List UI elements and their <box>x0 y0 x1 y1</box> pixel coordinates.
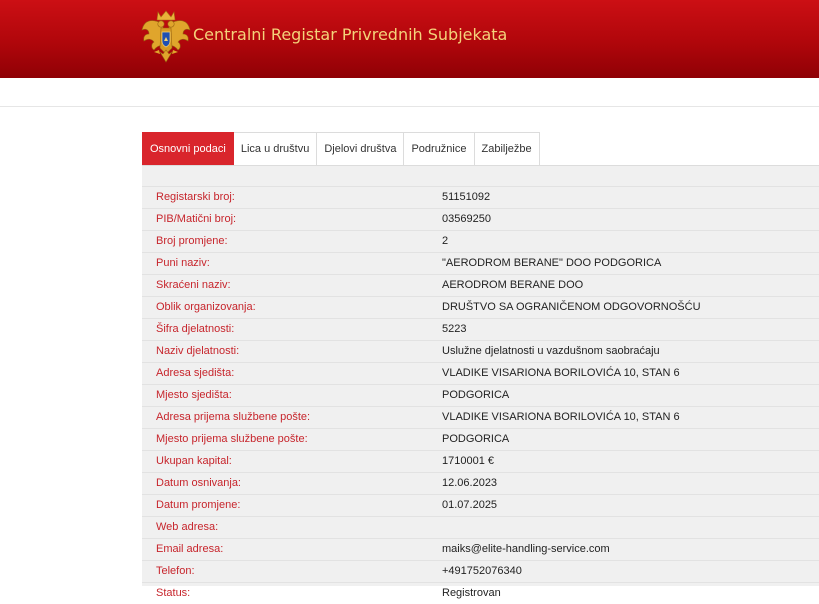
detail-value: 5223 <box>442 323 467 335</box>
detail-row-pib: PIB/Matični broj: 03569250 <box>142 208 819 230</box>
detail-value: "AERODROM BERANE" DOO PODGORICA <box>442 257 662 269</box>
detail-label: Email adresa: <box>156 543 224 555</box>
detail-row-datum-osnivanja: Datum osnivanja: 12.06.2023 <box>142 472 819 494</box>
tab-lica-u-drustvu[interactable]: Lica u društvu <box>232 132 318 165</box>
site-header: Centralni Registar Privrednih Subjekata <box>0 0 819 78</box>
detail-row-sifra-djelatnosti: Šifra djelatnosti: 5223 <box>142 318 819 340</box>
detail-label: Šifra djelatnosti: <box>156 323 235 335</box>
detail-row-puni-naziv: Puni naziv: "AERODROM BERANE" DOO PODGORI… <box>142 252 819 274</box>
detail-value: DRUŠTVO SA OGRANIČENOM ODGOVORNOŠĆU <box>442 301 701 313</box>
detail-value: AERODROM BERANE DOO <box>442 279 584 291</box>
detail-label: Broj promjene: <box>156 235 228 247</box>
detail-value: 12.06.2023 <box>442 477 498 489</box>
detail-label: Web adresa: <box>156 521 219 533</box>
detail-label: Datum osnivanja: <box>156 477 241 489</box>
detail-row-email-adresa: Email adresa: maiks@elite-handling-servic… <box>142 538 819 560</box>
detail-label: Adresa sjedišta: <box>156 367 235 379</box>
detail-value: Registrovan <box>442 587 501 599</box>
detail-value: VLADIKE VISARIONA BORILOVIĆA 10, STAN 6 <box>442 411 680 423</box>
montenegro-coat-of-arms-icon <box>141 10 191 63</box>
detail-value: Uslužne djelatnosti u vazdušnom saobraća… <box>442 345 660 357</box>
details-table: Registarski broj: 51151092 PIB/Matični br… <box>142 186 819 604</box>
detail-row-adresa-sjedista: Adresa sjedišta: VLADIKE VISARIONA BORILO… <box>142 362 819 384</box>
detail-value: maiks@elite-handling-service.com <box>442 543 610 555</box>
detail-label: Telefon: <box>156 565 195 577</box>
detail-row-skraceni-naziv: Skraćeni naziv: AERODROM BERANE DOO <box>142 274 819 296</box>
detail-value: 2 <box>442 235 449 247</box>
tab-podruznice[interactable]: Podružnice <box>403 132 475 165</box>
detail-value: 03569250 <box>442 213 491 225</box>
detail-value: PODGORICA <box>442 433 510 445</box>
detail-row-status: Status: Registrovan <box>142 582 819 604</box>
detail-value: 1710001 € <box>442 455 494 467</box>
detail-row-ukupan-kapital: Ukupan kapital: 1710001 € <box>142 450 819 472</box>
detail-row-telefon: Telefon: +491752076340 <box>142 560 819 582</box>
detail-label: Registarski broj: <box>156 191 235 203</box>
detail-label: PIB/Matični broj: <box>156 213 237 225</box>
detail-label: Oblik organizovanja: <box>156 301 256 313</box>
detail-row-broj-promjene: Broj promjene: 2 <box>142 230 819 252</box>
detail-label: Naziv djelatnosti: <box>156 345 240 357</box>
detail-row-mjesto-prijema-poste: Mjesto prijema službene pošte: PODGORICA <box>142 428 819 450</box>
detail-row-oblik-organizovanja: Oblik organizovanja: DRUŠTVO SA OGRANIČEN… <box>142 296 819 318</box>
detail-label: Puni naziv: <box>156 257 210 269</box>
detail-label: Mjesto prijema službene pošte: <box>156 433 308 445</box>
detail-row-datum-promjene: Datum promjene: 01.07.2025 <box>142 494 819 516</box>
detail-label: Datum promjene: <box>156 499 241 511</box>
tab-zabiljezbe[interactable]: Zabilježbe <box>473 132 540 165</box>
detail-value: VLADIKE VISARIONA BORILOVIĆA 10, STAN 6 <box>442 367 680 379</box>
detail-label: Mjesto sjedišta: <box>156 389 232 401</box>
detail-label: Status: <box>156 587 191 599</box>
tab-bar: Osnovni podaci Lica u društvu Djelovi dr… <box>142 132 540 165</box>
detail-value: +491752076340 <box>442 565 522 577</box>
basic-data-panel: Registarski broj: 51151092 PIB/Matični br… <box>142 165 819 599</box>
detail-label: Adresa prijema službene pošte: <box>156 411 311 423</box>
detail-value: PODGORICA <box>442 389 510 401</box>
detail-value: 51151092 <box>442 191 491 203</box>
site-title: Centralni Registar Privrednih Subjekata <box>193 25 508 44</box>
tab-djelovi-drustva[interactable]: Djelovi društva <box>316 132 405 165</box>
detail-label: Skraćeni naziv: <box>156 279 231 291</box>
detail-value: 01.07.2025 <box>442 499 498 511</box>
tab-osnovni-podaci[interactable]: Osnovni podaci <box>142 132 234 165</box>
detail-row-web-adresa: Web adresa: <box>142 516 819 538</box>
detail-label: Ukupan kapital: <box>156 455 232 467</box>
detail-row-mjesto-sjedista: Mjesto sjedišta: PODGORICA <box>142 384 819 406</box>
detail-row-naziv-djelatnosti: Naziv djelatnosti: Uslužne djelatnosti u … <box>142 340 819 362</box>
detail-row-registarski-broj: Registarski broj: 51151092 <box>142 186 819 208</box>
sub-navigation-bar <box>0 78 819 107</box>
detail-row-adresa-prijema-poste: Adresa prijema službene pošte: VLADIKE VI… <box>142 406 819 428</box>
